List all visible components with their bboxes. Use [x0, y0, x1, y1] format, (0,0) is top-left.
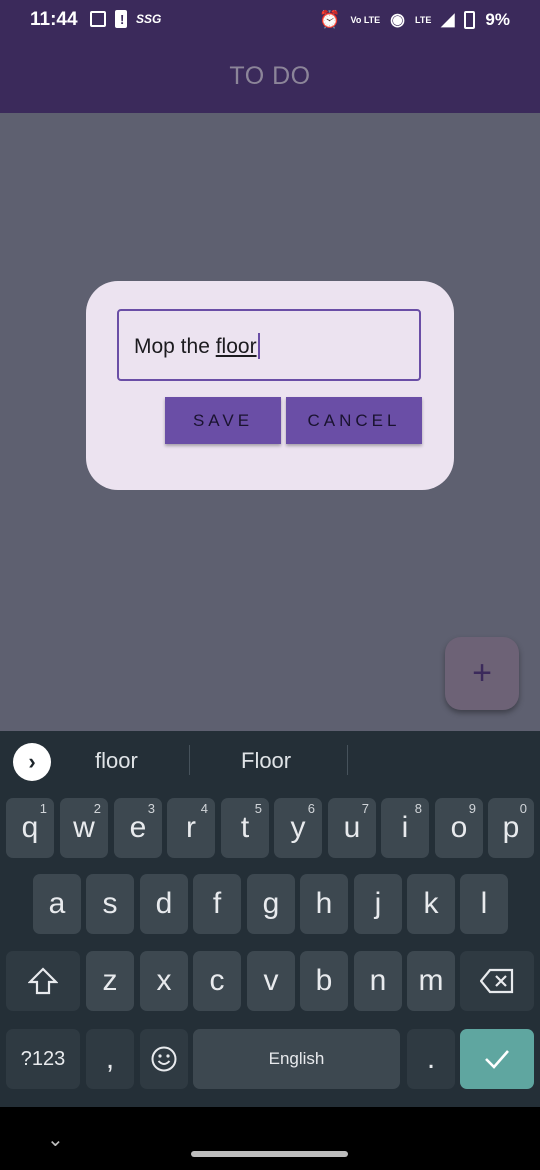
- key-label: q: [21, 811, 39, 844]
- cancel-button[interactable]: CANCEL: [286, 397, 422, 444]
- lte-label: LTE: [415, 14, 432, 25]
- page-title: TO DO: [229, 62, 311, 90]
- key-l[interactable]: l: [460, 874, 508, 934]
- key-hint: 4: [200, 801, 208, 816]
- symbols-key[interactable]: ?123: [6, 1029, 80, 1089]
- suggestion-1[interactable]: floor: [95, 748, 138, 774]
- key-x[interactable]: x: [140, 951, 188, 1011]
- add-todo-dialog: Mop the floor SAVE CANCEL: [86, 281, 454, 490]
- volte-icon: Vo LTE: [350, 14, 381, 25]
- soft-keyboard: › floor Floor q1 w2 e3 r4 t5 y6 u7 i8 o9…: [0, 731, 540, 1107]
- todo-input[interactable]: Mop the floor: [117, 309, 421, 381]
- key-w[interactable]: w2: [60, 798, 108, 858]
- key-hint: 5: [254, 801, 262, 816]
- status-system-icons: ⏰ Vo LTE ◉ LTE ◢ 9%: [319, 10, 510, 30]
- key-label: e: [129, 811, 147, 844]
- status-notifications: SSG: [90, 10, 161, 28]
- key-n[interactable]: n: [354, 951, 402, 1011]
- key-t[interactable]: t5: [221, 798, 269, 858]
- key-o[interactable]: o9: [435, 798, 483, 858]
- period-key[interactable]: .: [407, 1029, 455, 1089]
- suggestion-divider: [347, 745, 348, 775]
- key-hint: 3: [147, 801, 155, 816]
- check-icon: [485, 1050, 509, 1069]
- key-label: r: [186, 811, 196, 844]
- backspace-icon: [480, 968, 514, 994]
- add-todo-fab[interactable]: +: [445, 637, 519, 710]
- key-hint: 0: [519, 801, 527, 816]
- emoji-icon: [151, 1046, 177, 1072]
- carrier-tag: SSG: [136, 12, 162, 26]
- hotspot-icon: ◉: [390, 10, 405, 29]
- alarm-icon: ⏰: [319, 10, 341, 29]
- key-d[interactable]: d: [140, 874, 188, 934]
- key-b[interactable]: b: [300, 951, 348, 1011]
- todo-input-value[interactable]: Mop the floor: [134, 333, 260, 359]
- key-y[interactable]: y6: [274, 798, 322, 858]
- suggestion-strip: › floor Floor: [0, 731, 540, 789]
- shift-key[interactable]: [6, 951, 80, 1011]
- input-text-composing: floor: [215, 335, 257, 358]
- key-q[interactable]: q1: [6, 798, 54, 858]
- key-label: i: [401, 811, 409, 844]
- key-hint: 1: [39, 801, 47, 816]
- text-caret: [257, 333, 260, 359]
- alert-icon: [115, 10, 127, 28]
- news-icon: [90, 11, 106, 27]
- key-m[interactable]: m: [407, 951, 455, 1011]
- key-label: y: [290, 811, 306, 844]
- space-key[interactable]: English: [193, 1029, 400, 1089]
- suggestion-2[interactable]: Floor: [241, 748, 291, 774]
- backspace-key[interactable]: [460, 951, 534, 1011]
- key-p[interactable]: p0: [488, 798, 534, 858]
- key-hint: 9: [468, 801, 476, 816]
- key-label: p: [502, 811, 520, 844]
- key-g[interactable]: g: [247, 874, 295, 934]
- key-a[interactable]: a: [33, 874, 81, 934]
- key-hint: 6: [307, 801, 315, 816]
- key-u[interactable]: u7: [328, 798, 376, 858]
- key-f[interactable]: f: [193, 874, 241, 934]
- input-text-plain: Mop the: [134, 335, 216, 358]
- signal-icon: ◢: [441, 10, 455, 29]
- save-button[interactable]: SAVE: [165, 397, 281, 444]
- shift-icon: [28, 967, 58, 995]
- battery-icon: [464, 11, 476, 29]
- key-label: u: [343, 811, 361, 844]
- hide-keyboard-icon[interactable]: ⌄: [47, 1127, 64, 1152]
- key-r[interactable]: r4: [167, 798, 215, 858]
- key-k[interactable]: k: [407, 874, 455, 934]
- enter-key[interactable]: [460, 1029, 534, 1089]
- key-hint: 7: [361, 801, 369, 816]
- key-label: t: [240, 811, 250, 844]
- app-bar: TO DO: [0, 40, 540, 113]
- navigation-bar: ⌄: [0, 1107, 540, 1170]
- emoji-key[interactable]: [140, 1029, 188, 1089]
- key-e[interactable]: e3: [114, 798, 162, 858]
- home-gesture-pill[interactable]: [191, 1151, 348, 1157]
- key-label: o: [450, 811, 468, 844]
- key-c[interactable]: c: [193, 951, 241, 1011]
- status-time: 11:44: [30, 9, 78, 30]
- key-j[interactable]: j: [354, 874, 402, 934]
- key-hint: 2: [93, 801, 101, 816]
- battery-percent: 9%: [485, 10, 510, 29]
- key-z[interactable]: z: [86, 951, 134, 1011]
- key-h[interactable]: h: [300, 874, 348, 934]
- expand-toolbar-icon[interactable]: ›: [13, 743, 51, 781]
- comma-key[interactable]: ,: [86, 1029, 134, 1089]
- status-bar: 11:44 SSG ⏰ Vo LTE ◉ LTE ◢ 9%: [0, 0, 540, 40]
- key-hint: 8: [414, 801, 422, 816]
- key-i[interactable]: i8: [381, 798, 429, 858]
- key-label: w: [73, 811, 95, 844]
- key-s[interactable]: s: [86, 874, 134, 934]
- key-v[interactable]: v: [247, 951, 295, 1011]
- suggestion-divider: [189, 745, 190, 775]
